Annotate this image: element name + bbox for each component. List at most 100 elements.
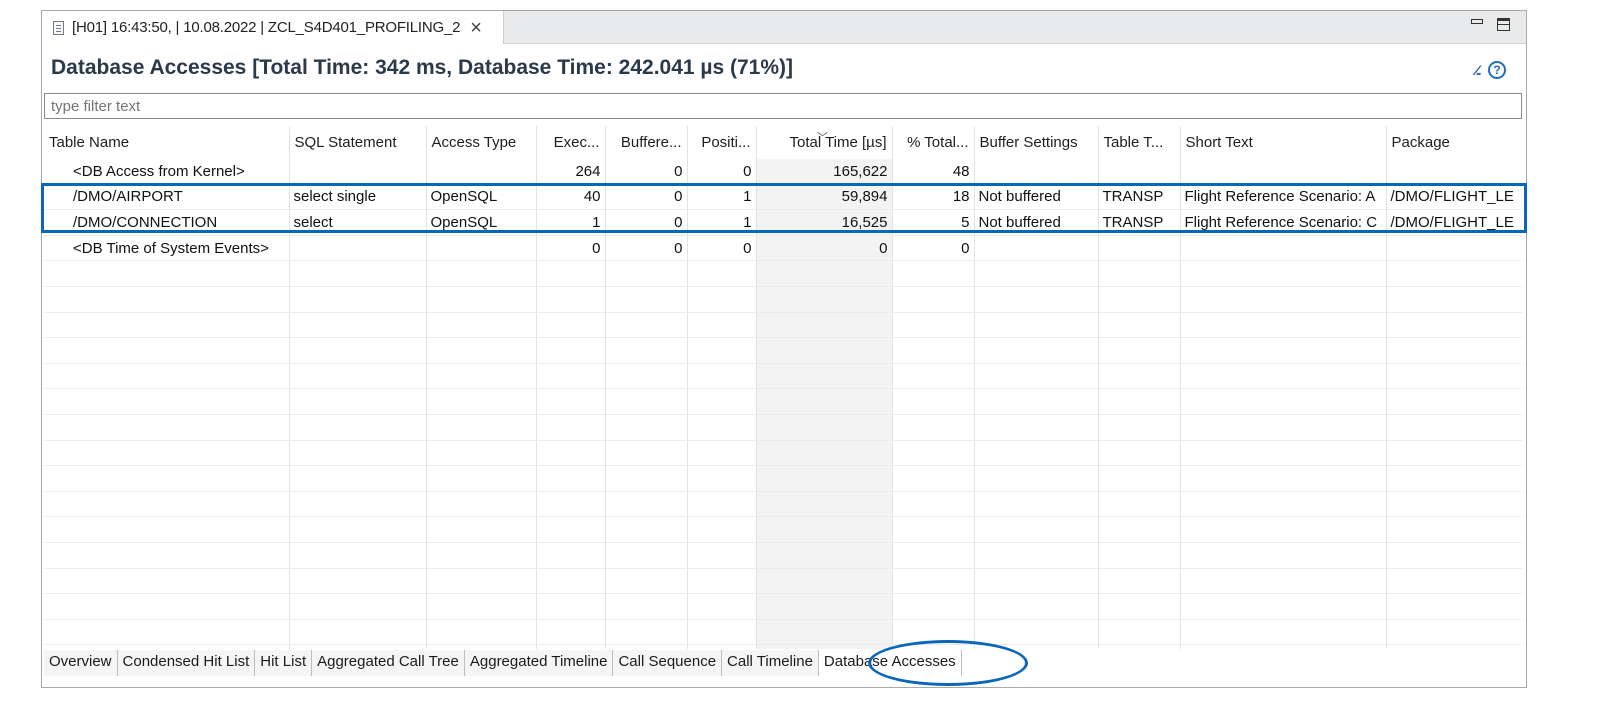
table-cell <box>536 286 606 313</box>
table-cell <box>426 363 537 390</box>
table-row[interactable] <box>44 516 1522 543</box>
table-cell <box>426 465 537 492</box>
table-row[interactable] <box>44 337 1522 364</box>
tab-database-accesses[interactable]: Database Accesses <box>818 650 962 676</box>
tab-hit-list[interactable]: Hit List <box>255 650 313 676</box>
column-header-10[interactable]: Short Text <box>1180 126 1387 159</box>
table-cell <box>687 593 757 620</box>
table-cell <box>289 286 427 313</box>
table-row[interactable] <box>44 568 1522 595</box>
column-header-4[interactable]: Buffere... <box>605 126 688 159</box>
table-cell: 0 <box>756 235 893 262</box>
help-icon[interactable]: ? <box>1488 61 1506 79</box>
table-cell: 0 <box>687 235 757 262</box>
table-row[interactable]: /DMO/AIRPORT select single OpenSQL 40 0 1 59,8… <box>44 184 1522 211</box>
minimize-icon[interactable] <box>1471 19 1483 24</box>
editor-tab[interactable]: [H01] 16:43:50, | 10.08.2022 | ZCL_S4D40… <box>42 11 504 44</box>
table-cell <box>605 286 688 313</box>
configure-columns-icon[interactable]: ⁄⁄.. <box>1476 62 1483 78</box>
table-cell <box>536 619 606 646</box>
table-cell <box>1386 644 1522 649</box>
table-cell: <DB Time of System Events> <box>44 235 290 262</box>
table-cell <box>974 568 1099 595</box>
table-cell <box>289 235 427 262</box>
table-cell <box>1180 414 1387 441</box>
table-row[interactable] <box>44 491 1522 518</box>
table-cell <box>289 260 427 287</box>
table-row[interactable]: <DB Time of System Events> 0 0 0 0 0 <box>44 235 1522 262</box>
table-row[interactable] <box>44 388 1522 415</box>
table-row[interactable]: /DMO/CONNECTION select OpenSQL 1 0 1 16,525 5 No… <box>44 209 1522 236</box>
table-cell <box>892 619 975 646</box>
table-cell <box>687 516 757 543</box>
column-header-3[interactable]: Exec... <box>536 126 606 159</box>
table-cell <box>1180 312 1387 339</box>
column-header-2[interactable]: Access Type <box>426 126 537 159</box>
table-row[interactable] <box>44 312 1522 339</box>
table-cell <box>605 568 688 595</box>
table-cell: 59,894 <box>756 184 893 211</box>
table-row[interactable] <box>44 465 1522 492</box>
table-row[interactable]: <DB Access from Kernel> 264 0 0 165,622 48 <box>44 159 1522 185</box>
tab-aggregated-timeline[interactable]: Aggregated Timeline <box>464 650 614 676</box>
tab-call-timeline[interactable]: Call Timeline <box>722 650 819 676</box>
table-cell <box>1098 337 1181 364</box>
table-cell <box>44 286 290 313</box>
profiler-editor-window: [H01] 16:43:50, | 10.08.2022 | ZCL_S4D40… <box>41 10 1527 688</box>
column-header-1[interactable]: SQL Statement <box>289 126 427 159</box>
table-cell <box>536 465 606 492</box>
table-cell <box>536 312 606 339</box>
table-cell: 0 <box>536 235 606 262</box>
table-row[interactable] <box>44 644 1522 649</box>
table-row[interactable] <box>44 619 1522 646</box>
table-cell <box>1098 159 1181 185</box>
table-cell <box>1098 465 1181 492</box>
document-icon <box>53 20 64 35</box>
table-cell <box>44 542 290 569</box>
table-cell <box>426 388 537 415</box>
table-cell <box>289 414 427 441</box>
table-cell <box>1386 235 1522 262</box>
tab-aggregated-call-tree[interactable]: Aggregated Call Tree <box>312 650 465 676</box>
table-row[interactable] <box>44 414 1522 441</box>
close-tab-icon[interactable]: × <box>470 18 482 38</box>
table-cell <box>1180 568 1387 595</box>
table-cell <box>605 644 688 649</box>
table-row[interactable] <box>44 542 1522 569</box>
tab-call-sequence[interactable]: Call Sequence <box>613 650 723 676</box>
table-cell <box>44 337 290 364</box>
table-cell: <DB Access from Kernel> <box>44 159 290 185</box>
table-cell <box>44 644 290 649</box>
table-row[interactable] <box>44 440 1522 467</box>
table-cell <box>44 388 290 415</box>
column-header-11[interactable]: Package <box>1386 126 1522 159</box>
table-row[interactable] <box>44 260 1522 287</box>
column-header-0[interactable]: Table Name <box>44 126 290 159</box>
table-cell <box>756 440 893 467</box>
header-toolbar: ⁄⁄.. ? <box>1476 61 1506 79</box>
table-cell <box>1180 593 1387 620</box>
table-cell <box>289 593 427 620</box>
table-cell <box>892 568 975 595</box>
table-cell <box>289 388 427 415</box>
tab-overview[interactable]: Overview <box>44 650 118 676</box>
table-cell <box>1386 619 1522 646</box>
table-cell <box>687 414 757 441</box>
table-cell <box>1098 414 1181 441</box>
table-row[interactable] <box>44 593 1522 620</box>
table-cell: /DMO/FLIGHT_LE <box>1386 184 1522 211</box>
column-header-7[interactable]: % Total... <box>892 126 975 159</box>
table-cell <box>605 312 688 339</box>
filter-input[interactable] <box>44 93 1522 119</box>
table-cell <box>756 337 893 364</box>
table-cell <box>974 491 1099 518</box>
window-controls <box>1471 18 1510 31</box>
column-header-9[interactable]: Table T... <box>1098 126 1181 159</box>
table-cell <box>892 593 975 620</box>
table-row[interactable] <box>44 363 1522 390</box>
maximize-icon[interactable] <box>1497 18 1510 31</box>
column-header-8[interactable]: Buffer Settings <box>974 126 1099 159</box>
column-header-5[interactable]: Positi... <box>687 126 757 159</box>
table-row[interactable] <box>44 286 1522 313</box>
tab-condensed-hit-list[interactable]: Condensed Hit List <box>117 650 256 676</box>
